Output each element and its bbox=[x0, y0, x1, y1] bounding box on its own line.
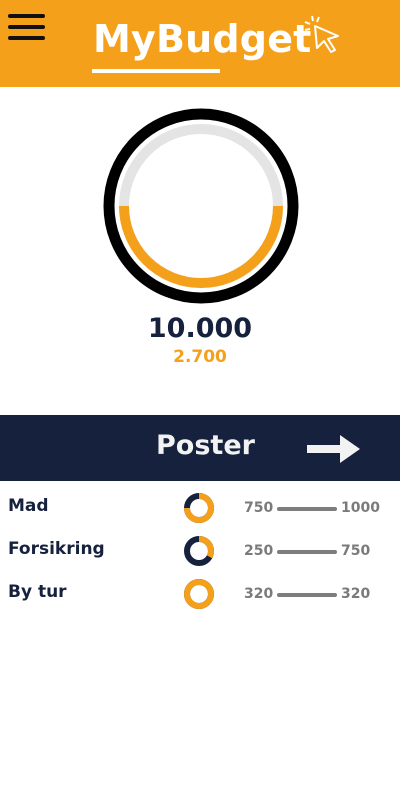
cursor-click-icon bbox=[304, 15, 339, 53]
app-header: MyBudget bbox=[0, 0, 400, 87]
item-min-value: 320 bbox=[244, 586, 274, 602]
item-max-value: 750 bbox=[341, 543, 371, 559]
ring-center bbox=[190, 585, 208, 603]
list-item-by-tur[interactable]: By tur 320 320 bbox=[0, 576, 400, 612]
poster-title[interactable]: Poster bbox=[156, 430, 255, 461]
hamburger-icon-bar bbox=[8, 25, 45, 29]
item-progress-ring bbox=[184, 536, 214, 566]
item-progress-ring bbox=[184, 493, 214, 523]
item-progress-ring bbox=[184, 579, 214, 609]
poster-section-header: Poster bbox=[0, 415, 400, 481]
budget-spent: 2.700 bbox=[173, 347, 227, 367]
title-underline bbox=[92, 69, 220, 73]
item-min-value: 250 bbox=[244, 543, 274, 559]
list-item-forsikring[interactable]: Forsikring 250 750 bbox=[0, 533, 400, 569]
item-max-value: 320 bbox=[341, 586, 371, 602]
gauge-fill bbox=[119, 205, 283, 288]
list-item-mad[interactable]: Mad 750 1000 bbox=[0, 490, 400, 526]
item-label: Forsikring bbox=[8, 539, 105, 559]
range-line bbox=[277, 550, 337, 554]
hamburger-icon-bar bbox=[8, 36, 45, 40]
item-min-value: 750 bbox=[244, 500, 274, 516]
range-line bbox=[277, 507, 337, 511]
gauge-outer-ring bbox=[103, 108, 299, 304]
ring-center bbox=[190, 542, 208, 560]
hamburger-icon bbox=[8, 14, 45, 18]
item-label: By tur bbox=[8, 582, 67, 602]
item-label: Mad bbox=[8, 496, 49, 516]
hamburger-menu-button[interactable] bbox=[8, 14, 46, 44]
arrow-right-icon[interactable] bbox=[307, 434, 361, 464]
range-line bbox=[277, 593, 337, 597]
app-title: MyBudget bbox=[93, 17, 312, 61]
ring-center bbox=[190, 499, 208, 517]
budget-total: 10.000 bbox=[147, 313, 253, 344]
budget-gauge bbox=[103, 108, 299, 304]
item-max-value: 1000 bbox=[341, 500, 380, 516]
